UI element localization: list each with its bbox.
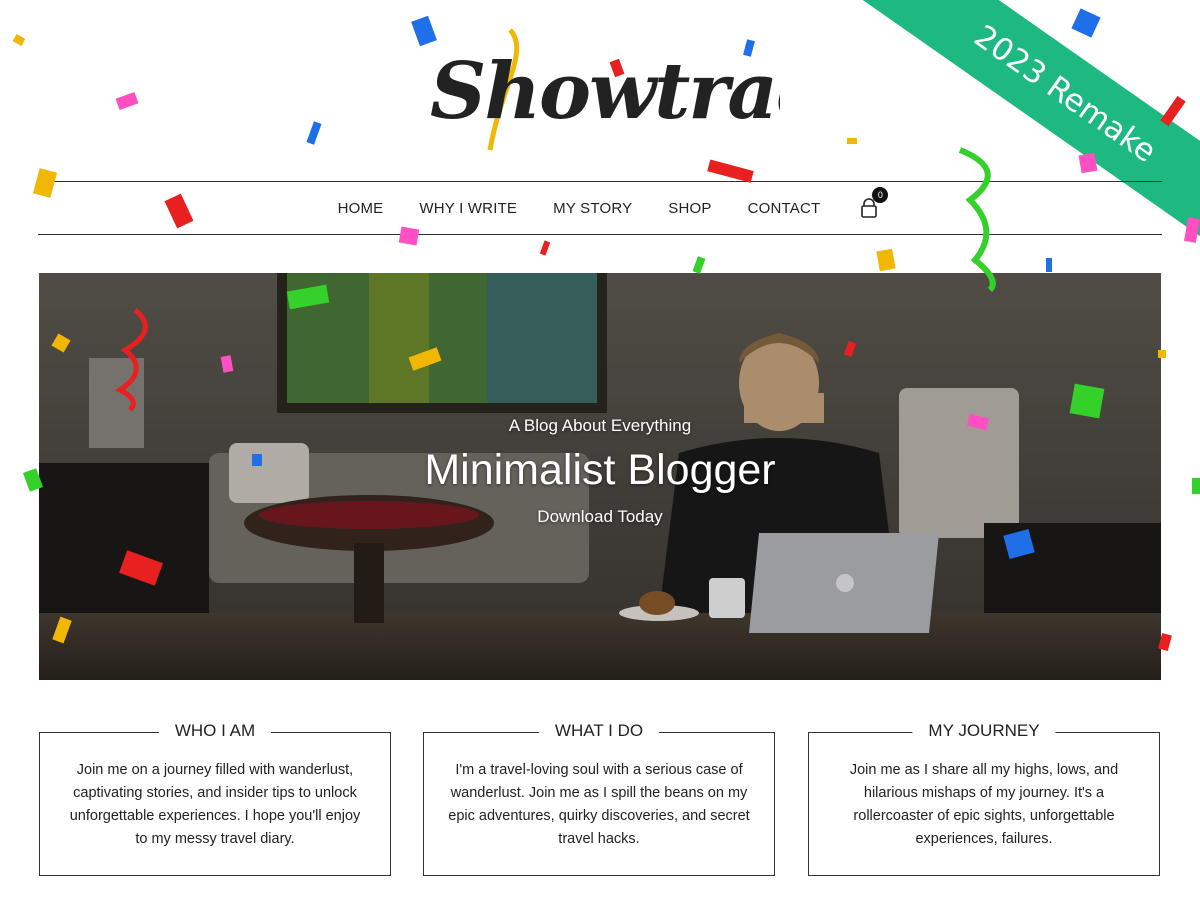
nav-why-i-write[interactable]: WHY I WRITE (419, 200, 517, 217)
hero-subtitle: A Blog About Everything (508, 416, 692, 435)
nav-home[interactable]: HOME (338, 200, 384, 217)
feature-box-my-journey: MY JOURNEY Join me as I share all my hig… (808, 721, 1160, 876)
hero-text-group: A Blog About Everything Minimalist Blogg… (39, 273, 1161, 680)
download-link[interactable]: Download Today (537, 507, 662, 527)
nav-my-story[interactable]: MY STORY (553, 200, 632, 217)
feature-box-who-i-am: WHO I AM Join me on a journey filled wit… (39, 721, 391, 876)
feature-title: WHO I AM (158, 721, 272, 741)
feature-title: MY JOURNEY (912, 721, 1056, 741)
hero-banner: A Blog About Everything Minimalist Blogg… (39, 273, 1161, 680)
hero-title: Minimalist Blogger (424, 446, 776, 494)
logo-graphic: Showtrack (430, 28, 780, 151)
cart-count-badge: 0 (872, 187, 889, 203)
feature-text: Join me as I share all my highs, lows, a… (849, 762, 1119, 847)
nav-contact[interactable]: CONTACT (748, 200, 821, 217)
feature-title: WHAT I DO (538, 721, 660, 741)
nav-shop[interactable]: SHOP (668, 200, 711, 217)
cart-button[interactable]: 0 (858, 187, 889, 219)
feature-text: Join me on a journey filled with wanderl… (69, 762, 361, 847)
feature-text: I'm a travel-loving soul with a serious … (448, 762, 750, 847)
logo-text: Showtrack (430, 46, 780, 137)
main-nav: HOME WHY I WRITE MY STORY SHOP CONTACT 0 (38, 181, 1162, 235)
feature-box-what-i-do: WHAT I DO I'm a travel-loving soul with … (423, 721, 775, 876)
